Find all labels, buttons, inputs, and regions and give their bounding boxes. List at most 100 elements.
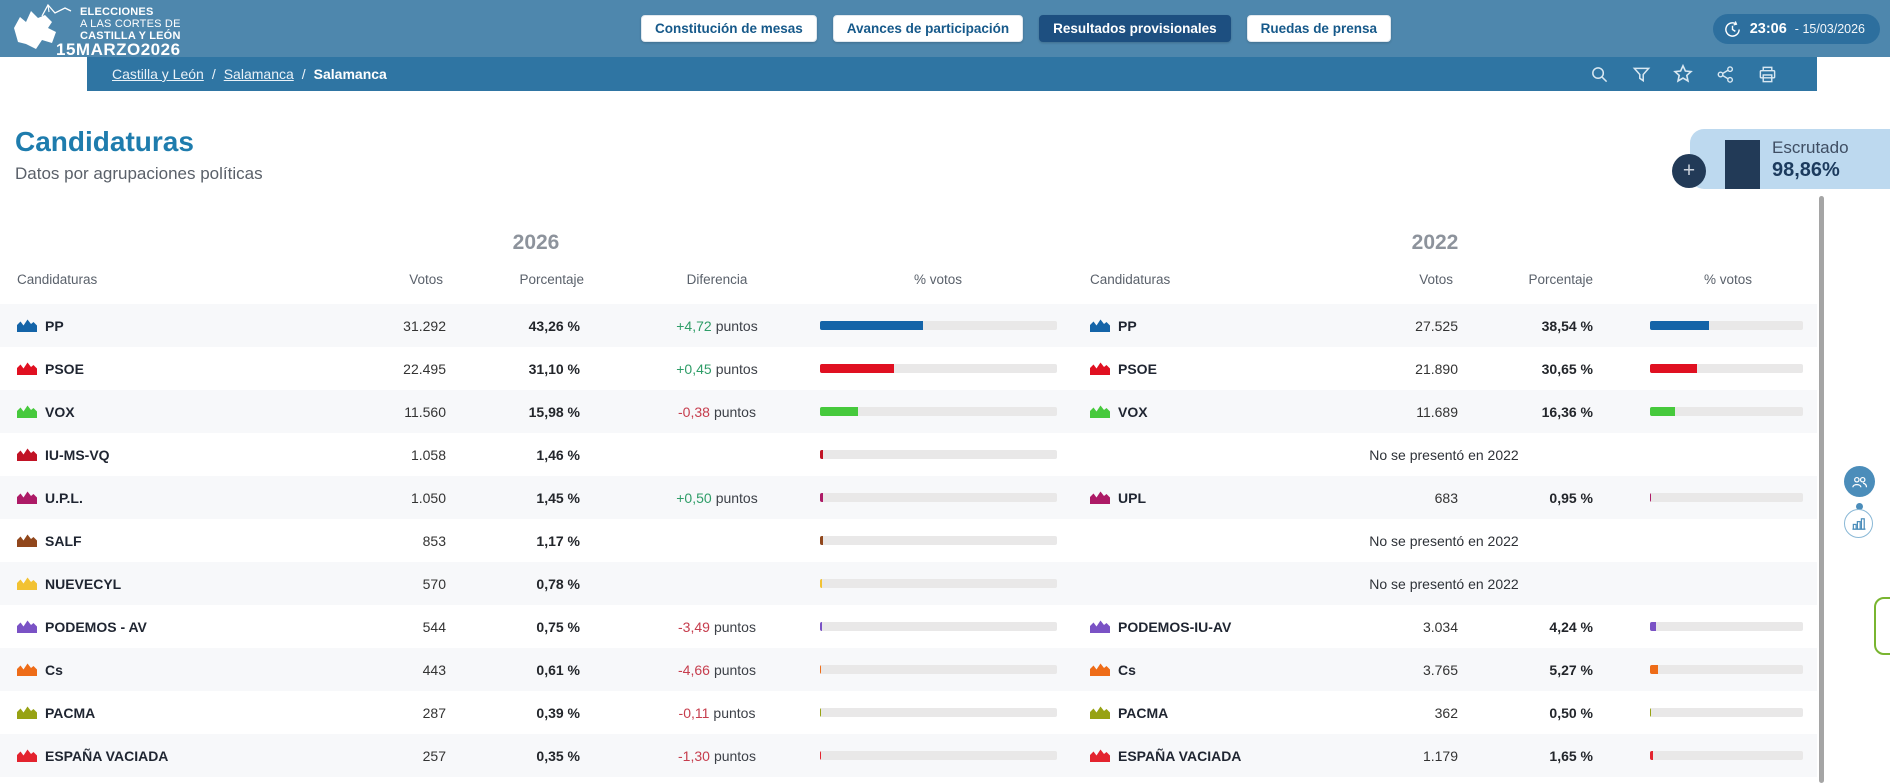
table-row: ESPAÑA VACIADA 257 0,35 % -1,30 puntos E… <box>0 734 1817 777</box>
chart-view-fab-button[interactable] <box>1844 509 1873 538</box>
col-header-candidaturas-left: Candidaturas <box>17 272 97 287</box>
vote-share-bar-fill <box>820 407 858 416</box>
party-name: VOX <box>1118 404 1148 420</box>
escrutado-widget: Escrutado 98,86% <box>1690 129 1890 189</box>
difference-unit: puntos <box>716 318 758 334</box>
party-cell-2026: PSOE <box>17 347 84 390</box>
vote-share-bar-fill <box>820 622 822 631</box>
vote-share-bar-fill <box>1650 493 1651 502</box>
votes-value-2026: 1.050 <box>346 476 446 519</box>
vertical-scrollbar[interactable] <box>1819 196 1824 783</box>
percentage-value-2026: 0,35 % <box>480 734 580 777</box>
logo-text: ELECCIONES A LAS CORTES DE CASTILLA Y LE… <box>80 6 181 42</box>
difference-number: +0,50 <box>676 490 711 506</box>
side-panel-peek-button[interactable] <box>1874 597 1890 655</box>
difference-value: +0,45 puntos <box>643 347 791 390</box>
breadcrumb-castilla-leon[interactable]: Castilla y León <box>112 66 204 82</box>
votes-value-2026: 570 <box>346 562 446 605</box>
table-row: U.P.L. 1.050 1,45 % +0,50 puntos UPL 683… <box>0 476 1817 519</box>
party-icon <box>17 706 37 719</box>
party-name: PP <box>45 318 64 334</box>
vote-share-bar-2022 <box>1650 321 1803 330</box>
difference-unit: puntos <box>714 404 756 420</box>
vote-share-bar-2022 <box>1650 665 1803 674</box>
difference-unit: puntos <box>714 662 756 678</box>
vote-share-bar-fill <box>820 536 823 545</box>
not-present-label: No se presentó en 2022 <box>1324 562 1564 605</box>
update-time: 23:06 <box>1750 21 1787 37</box>
party-cell-2022: UPL <box>1090 476 1146 519</box>
vote-share-bar-fill <box>1650 751 1653 760</box>
breadcrumb-bar: Castilla y León / Salamanca / Salamanca <box>87 57 1817 91</box>
not-present-label: No se presentó en 2022 <box>1324 519 1564 562</box>
nav-constitucion-mesas-button[interactable]: Constitución de mesas <box>641 15 817 42</box>
party-name: IU-MS-VQ <box>45 447 110 463</box>
last-update-pill[interactable]: 23:06 - 15/03/2026 <box>1713 14 1880 44</box>
party-name: Cs <box>45 662 63 678</box>
party-icon <box>17 405 37 418</box>
vote-share-bar-2022 <box>1650 622 1803 631</box>
vote-share-bar-2026 <box>820 536 1057 545</box>
filter-icon[interactable] <box>1631 64 1651 84</box>
party-name: PP <box>1118 318 1137 334</box>
percentage-value-2022: 4,24 % <box>1483 605 1593 648</box>
vote-share-bar-fill <box>820 579 822 588</box>
difference-value: -4,66 puntos <box>643 648 791 691</box>
vote-share-bar-fill <box>1650 364 1697 373</box>
vote-share-bar-fill <box>820 751 821 760</box>
party-name: Cs <box>1118 662 1136 678</box>
percentage-value-2022: 0,95 % <box>1483 476 1593 519</box>
votes-value-2026: 544 <box>346 605 446 648</box>
votes-value-2022: 362 <box>1358 691 1458 734</box>
breadcrumb-salamanca[interactable]: Salamanca <box>224 66 294 82</box>
difference-value: +4,72 puntos <box>643 304 791 347</box>
refresh-clock-icon <box>1723 20 1742 39</box>
vote-share-bar-fill <box>1650 708 1651 717</box>
votes-value-2026: 1.058 <box>346 433 446 476</box>
difference-value <box>643 519 791 562</box>
percentage-value-2022: 38,54 % <box>1483 304 1593 347</box>
difference-number: -3,49 <box>678 619 710 635</box>
breadcrumb-current: Salamanca <box>314 66 387 82</box>
vote-share-bar-2026 <box>820 493 1057 502</box>
party-name: ESPAÑA VACIADA <box>1118 748 1241 764</box>
nav-resultados-provisionales-button[interactable]: Resultados provisionales <box>1039 15 1231 42</box>
escrutado-progress-bar <box>1725 140 1760 189</box>
percentage-value-2022: 1,65 % <box>1483 734 1593 777</box>
party-icon <box>17 491 37 504</box>
votes-value-2026: 257 <box>346 734 446 777</box>
percentage-value-2026: 1,46 % <box>480 433 580 476</box>
print-icon[interactable] <box>1757 64 1777 84</box>
update-date: - 15/03/2026 <box>1795 22 1865 36</box>
nav-avances-participacion-button[interactable]: Avances de participación <box>833 15 1023 42</box>
candidates-fab-button[interactable] <box>1844 466 1875 497</box>
votes-value-2022: 1.179 <box>1358 734 1458 777</box>
search-icon[interactable] <box>1589 64 1609 84</box>
nav-ruedas-prensa-button[interactable]: Ruedas de prensa <box>1247 15 1391 42</box>
vote-share-bar-fill <box>820 708 821 717</box>
percentage-value-2026: 0,78 % <box>480 562 580 605</box>
escrutado-expand-button[interactable]: + <box>1672 154 1706 188</box>
percentage-value-2022: 5,27 % <box>1483 648 1593 691</box>
party-name: PACMA <box>1118 705 1168 721</box>
favorite-star-icon[interactable] <box>1673 64 1693 84</box>
vote-share-bar-2026 <box>820 407 1057 416</box>
votes-value-2026: 11.560 <box>346 390 446 433</box>
party-icon <box>1090 663 1110 676</box>
party-name: UPL <box>1118 490 1146 506</box>
party-cell-2026: ESPAÑA VACIADA <box>17 734 168 777</box>
not-present-label: No se presentó en 2022 <box>1324 433 1564 476</box>
votes-value-2022: 683 <box>1358 476 1458 519</box>
vote-share-bar-2026 <box>820 321 1057 330</box>
vote-share-bar-fill <box>820 450 823 459</box>
share-icon[interactable] <box>1715 64 1735 84</box>
votes-value-2026: 31.292 <box>346 304 446 347</box>
app: ELECCIONES A LAS CORTES DE CASTILLA Y LE… <box>0 0 1890 783</box>
difference-value: -0,38 puntos <box>643 390 791 433</box>
party-icon <box>1090 491 1110 504</box>
party-icon <box>17 620 37 633</box>
party-icon <box>1090 706 1110 719</box>
table-row: NUEVECYL 570 0,78 % No se presentó en 20… <box>0 562 1817 605</box>
vote-share-bar-2022 <box>1650 751 1803 760</box>
header: ELECCIONES A LAS CORTES DE CASTILLA Y LE… <box>0 0 1890 57</box>
